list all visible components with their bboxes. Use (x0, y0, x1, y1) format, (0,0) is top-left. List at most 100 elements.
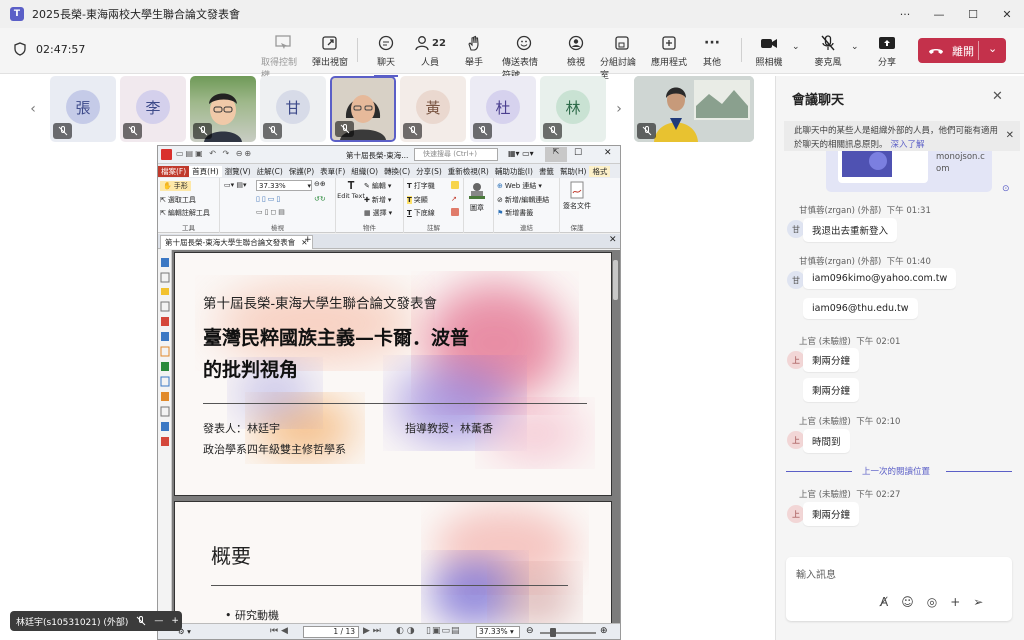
ribbon-tab-view[interactable]: 瀏覽(V) (222, 166, 254, 177)
ribbon-tab-file[interactable]: 檔案(F) (158, 165, 190, 177)
close-document-icon[interactable]: ✕ (609, 235, 617, 245)
ribbon-tab-review[interactable]: 重新檢視(R) (445, 166, 492, 177)
apps-button[interactable]: 應用程式 (647, 34, 691, 68)
new-bookmark-button[interactable]: ⚑ 新增書籤 (497, 208, 533, 218)
message-input[interactable]: 輸入訊息 (796, 566, 836, 581)
leave-options-chevron-icon[interactable]: ⌄ (988, 42, 997, 55)
gallery-next-icon[interactable]: › (608, 76, 630, 142)
chat-button[interactable]: 聊天 (364, 34, 408, 77)
ribbon-tab-protect[interactable]: 保護(P) (286, 166, 317, 177)
participant-video-tile[interactable] (634, 76, 754, 142)
page-number-input[interactable]: 1 / 13 (303, 626, 359, 638)
close-chat-icon[interactable]: ✕ (992, 89, 1003, 104)
view-options-icon[interactable]: ▦▾ ▭▾ (508, 149, 534, 158)
participant-tile[interactable]: 林 (540, 76, 606, 142)
document-scrollbar-thumb[interactable] (613, 260, 618, 300)
edit-annotation-tool-button[interactable]: ⇱ 編輯註解工具 (160, 208, 210, 218)
ribbon-tab-share[interactable]: 分享(S) (413, 166, 445, 177)
stamp-button[interactable]: 圖章 (468, 181, 486, 213)
history-nav-icons[interactable]: ◐ ◑ (396, 626, 415, 636)
status-zoom-input[interactable]: 37.33% ▾ (476, 626, 520, 638)
pdf-maximize-icon[interactable]: ☐ (574, 148, 582, 158)
new-edit-link-button[interactable]: ⊘ 新增/編輯連結 (497, 195, 549, 205)
web-link-button[interactable]: ⊕ Web 連結 ▾ (497, 181, 542, 191)
zoom-input[interactable]: 37.33% ▾ (256, 180, 312, 191)
page-nav-forward-icons[interactable]: ▶ ⏭ (363, 626, 381, 636)
page-fit-icons[interactable]: ▯▯▭▯ (256, 195, 282, 203)
participant-video-tile[interactable] (190, 76, 256, 142)
loop-component-icon[interactable]: ◎ (927, 595, 937, 609)
emoji-icon[interactable]: ☺ (901, 595, 914, 609)
maximize-icon[interactable]: ☐ (956, 0, 990, 28)
ribbon-tab-accessibility[interactable]: 輔助功能(I) (492, 166, 536, 177)
ribbon-tab-form[interactable]: 表單(F) (317, 166, 348, 177)
typewriter-button[interactable]: T 打字機 (407, 181, 435, 191)
edit-button[interactable]: ✎ 編輯 ▾ (364, 181, 391, 191)
page-layout-icons[interactable]: ▯▣▭▤ (426, 626, 460, 636)
minimize-icon[interactable]: — (922, 0, 956, 28)
camera-options-chevron-icon[interactable]: ⌄ (792, 42, 800, 52)
ribbon-tab-help[interactable]: 幫助(H) (557, 166, 590, 177)
dismiss-banner-icon[interactable]: ✕ (1006, 129, 1014, 143)
people-button[interactable]: 22 人員 (408, 34, 452, 68)
pen-icon[interactable]: ↗ (451, 195, 457, 203)
mic-options-chevron-icon[interactable]: ⌄ (851, 42, 859, 52)
zoom-buttons[interactable]: ⊖⊕ (314, 180, 326, 188)
document-tab[interactable]: 第十屆長榮-東海大學生聯合論文發表會 ✕ (160, 235, 313, 249)
view-button[interactable]: 檢視 (554, 34, 598, 68)
camera-button[interactable]: 照相機 (747, 34, 791, 68)
send-icon[interactable]: ➢ (973, 595, 983, 609)
sign-document-button[interactable]: 簽名文件 (563, 181, 591, 211)
reactions-button[interactable]: 傳送表情符號 (502, 34, 546, 81)
more-button[interactable]: ··· 其他 (690, 34, 734, 68)
participant-tile[interactable]: 李 (120, 76, 186, 142)
underline-button[interactable]: T 下底線 (407, 208, 435, 218)
ribbon-tab-organize[interactable]: 組織(O) (348, 166, 381, 177)
pdf-search-input[interactable]: 快速搜尋 (Ctrl+) (414, 148, 498, 161)
mic-button[interactable]: 麥克風 (806, 34, 850, 68)
self-view-expand-icon[interactable]: + (171, 616, 179, 626)
close-icon[interactable]: ✕ (990, 0, 1024, 28)
ribbon-tab-comment[interactable]: 註解(C) (254, 166, 286, 177)
shared-link-card[interactable]: monojson.com (826, 151, 992, 192)
leave-button[interactable]: 離開 ⌄ (918, 38, 1006, 63)
ribbon-tab-format[interactable]: 格式 (589, 165, 611, 177)
new-button[interactable]: ✚ 新增 ▾ (364, 195, 391, 205)
pdf-close-icon[interactable]: ✕ (604, 148, 612, 158)
comment-icon[interactable] (451, 181, 459, 189)
select-tool-button[interactable]: ⇱ 選取工具 (160, 195, 196, 205)
view-mode-icons[interactable]: ▭▯◻▤ (256, 208, 287, 216)
zoom-slider-thumb[interactable] (550, 628, 556, 637)
add-attachment-icon[interactable]: + (950, 595, 960, 609)
zoom-slider-track[interactable] (540, 632, 596, 634)
pointer-button[interactable]: ⇱ (545, 147, 567, 162)
highlight-button[interactable]: T 突顯 (407, 195, 428, 205)
take-control-button[interactable]: 取得控制權 (261, 34, 305, 81)
new-tab-icon[interactable]: + (304, 235, 312, 245)
learn-more-link[interactable]: 深入了解 (891, 140, 925, 150)
participant-tile[interactable]: 甘 (260, 76, 326, 142)
hand-tool-button[interactable]: ✋ 手形 (160, 181, 191, 191)
participant-tile[interactable]: 張 (50, 76, 116, 142)
page-nav-back-icons[interactable]: ⏮ ◀ (270, 626, 288, 636)
message-compose-box[interactable]: 輸入訊息 A̸ ☺ ◎ + ➢ (786, 557, 1012, 621)
more-options-icon[interactable]: ··· (888, 0, 922, 28)
participant-tile[interactable]: 杜 (470, 76, 536, 142)
shape-icon[interactable] (451, 208, 459, 216)
view-tools-icons[interactable]: ▭▾ ▤▾ (224, 181, 246, 189)
zoom-in-icon[interactable]: ⊕ (600, 626, 608, 636)
gallery-prev-icon[interactable]: ‹ (22, 76, 44, 142)
navigation-panel-icons[interactable] (158, 256, 172, 456)
participant-tile[interactable]: 黃 (400, 76, 466, 142)
format-text-icon[interactable]: A̸ (880, 595, 888, 609)
zoom-out-icon[interactable]: ⊖ (526, 626, 534, 636)
share-button[interactable]: 分享 (865, 34, 909, 68)
breakout-rooms-button[interactable]: 分組討論室 (600, 34, 644, 81)
edit-text-button[interactable]: 𝐓 Edit Text (337, 180, 365, 200)
quick-access-icons[interactable]: ▭▤▣ ↶ ↷ ⊖⊕ (176, 149, 253, 158)
select-button[interactable]: ▦ 選擇 ▾ (364, 208, 392, 218)
pop-out-button[interactable]: 彈出視窗 (308, 34, 352, 68)
participant-video-tile[interactable] (330, 76, 396, 142)
raise-hand-button[interactable]: 舉手 (452, 34, 496, 68)
rotate-icons[interactable]: ↺↻ (314, 195, 326, 203)
